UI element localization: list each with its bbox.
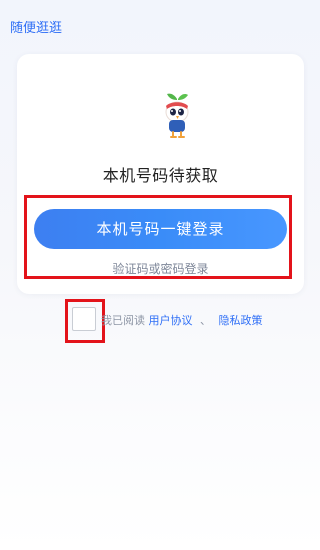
login-page: 随便逛逛 本机号码待获取 本机号码一键登录 验证码或密码登录 我已阅读 用户协议…: [0, 0, 320, 550]
user-agreement-link[interactable]: 用户协议: [149, 314, 193, 327]
browse-link[interactable]: 随便逛逛: [10, 20, 62, 38]
agreement-prefix: 我已阅读: [101, 314, 145, 327]
mascot-icon: [163, 93, 191, 138]
one-click-login-button[interactable]: 本机号码一键登录: [34, 209, 287, 249]
privacy-policy-link[interactable]: 隐私政策: [219, 314, 263, 327]
code-or-password-login-link[interactable]: 验证码或密码登录: [34, 260, 287, 278]
agreement-checkbox[interactable]: [72, 307, 96, 331]
phone-number-status: 本机号码待获取: [102, 166, 219, 185]
agreement-separator: 、: [200, 314, 211, 327]
agreement-text: 我已阅读 用户协议 、 隐私政策: [101, 313, 263, 329]
login-card: 本机号码待获取: [17, 54, 304, 294]
